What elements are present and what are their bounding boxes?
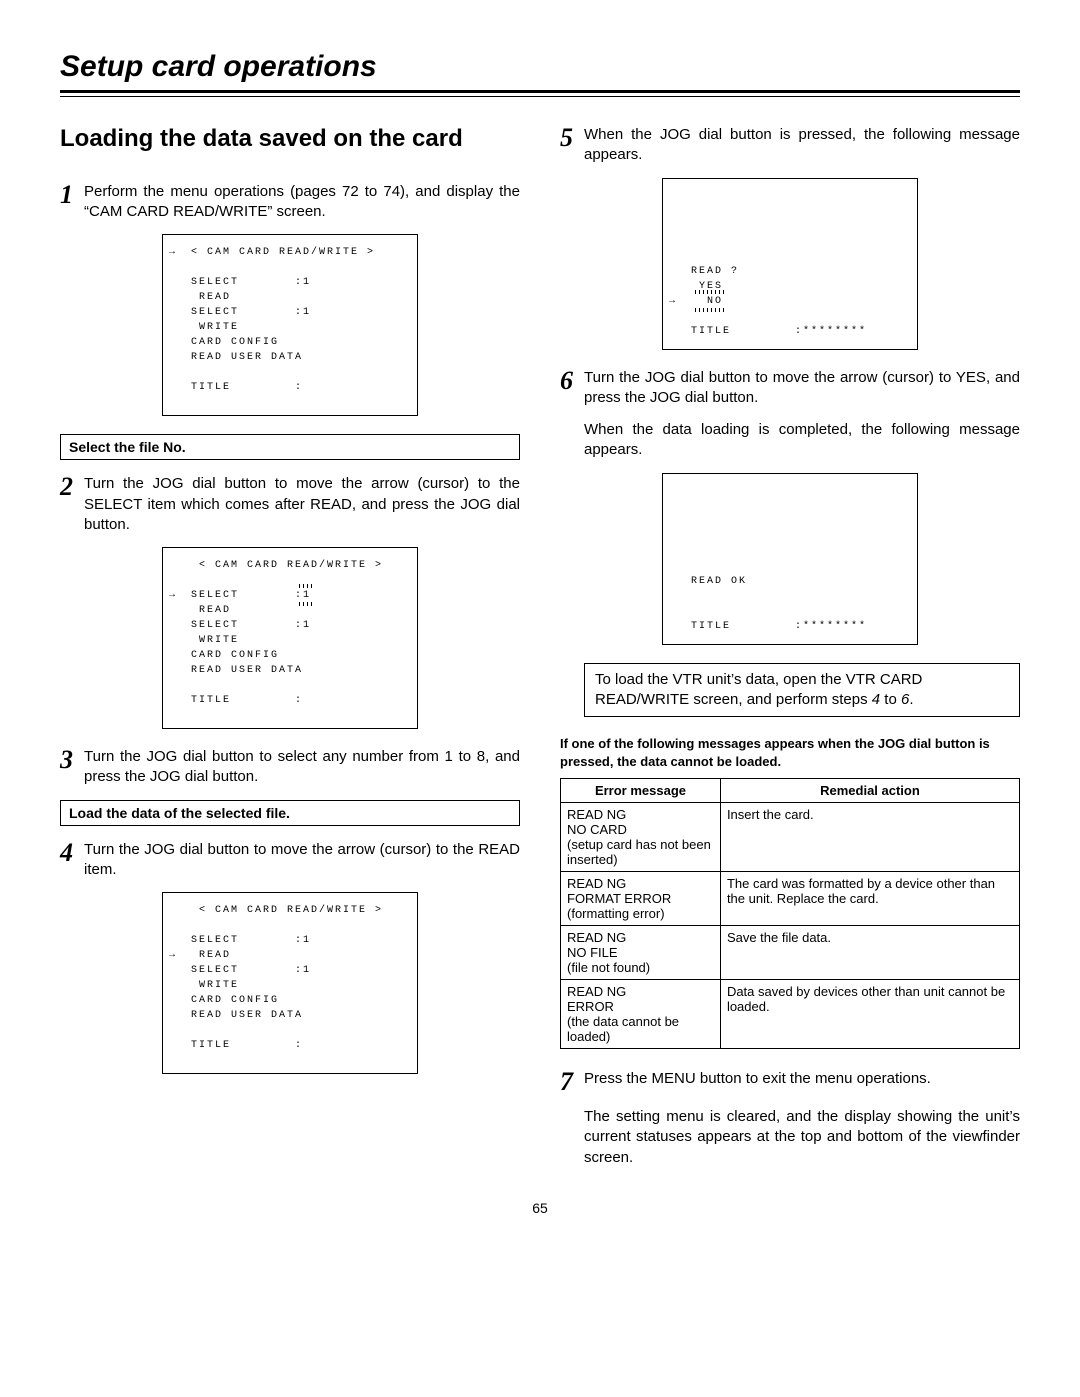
vtr-note: To load the VTR unit’s data, open the VT… [584,663,1020,718]
step-2-number: 2 [60,474,78,500]
step-5-number: 5 [560,125,578,151]
table-row: READ NG NO CARD (setup card has not been… [561,803,1020,872]
sub-heading-select-file: Select the file No. [60,434,520,460]
table-row: READ NG NO FILE (file not found) Save th… [561,926,1020,980]
page-title: Setup card operations [60,50,1020,84]
step-4-number: 4 [60,840,78,866]
screen-5: READ ? YES → NO TITLE :******** [662,178,918,350]
sub-heading-load-data: Load the data of the selected file. [60,800,520,826]
error-table: Error message Remedial action READ NG NO… [560,778,1020,1049]
left-column: Loading the data saved on the card 1 Per… [60,125,520,1180]
step-6-number: 6 [560,368,578,394]
screen-2: < CAM CARD READ/WRITE > → SELECT :1 READ… [162,547,418,729]
screen-4: < CAM CARD READ/WRITE > SELECT :1 → READ… [162,892,418,1074]
page-number: 65 [60,1200,1020,1216]
step-5-text: When the JOG dial button is pressed, the… [584,125,1020,166]
step-3-number: 3 [60,747,78,773]
right-column: 5 When the JOG dial button is pressed, t… [560,125,1020,1180]
table-row: READ NG FORMAT ERROR (formatting error) … [561,872,1020,926]
screen-6: READ OK TITLE :******** [662,473,918,645]
section-heading: Loading the data saved on the card [60,125,520,154]
step-1-text: Perform the menu operations (pages 72 to… [84,182,520,223]
step-3-text: Turn the JOG dial button to select any n… [84,747,520,788]
error-warning: If one of the following messages appears… [560,735,1020,770]
step-6-text-a: Turn the JOG dial button to move the arr… [584,368,1020,409]
screen-1: → < CAM CARD READ/WRITE > SELECT :1 READ… [162,234,418,416]
error-table-head-fix: Remedial action [720,779,1019,803]
step-1-number: 1 [60,182,78,208]
step-2-text: Turn the JOG dial button to move the arr… [84,474,520,535]
table-row: READ NG ERROR (the data cannot be loaded… [561,980,1020,1049]
step-6-text-b: When the data loading is completed, the … [584,420,1020,461]
step-7-text-a: Press the MENU button to exit the menu o… [584,1069,1020,1089]
title-rule [60,90,1020,97]
step-4-text: Turn the JOG dial button to move the arr… [84,840,520,881]
error-table-head-msg: Error message [561,779,721,803]
step-7-number: 7 [560,1069,578,1095]
step-7-text-b: The setting menu is cleared, and the dis… [584,1107,1020,1168]
